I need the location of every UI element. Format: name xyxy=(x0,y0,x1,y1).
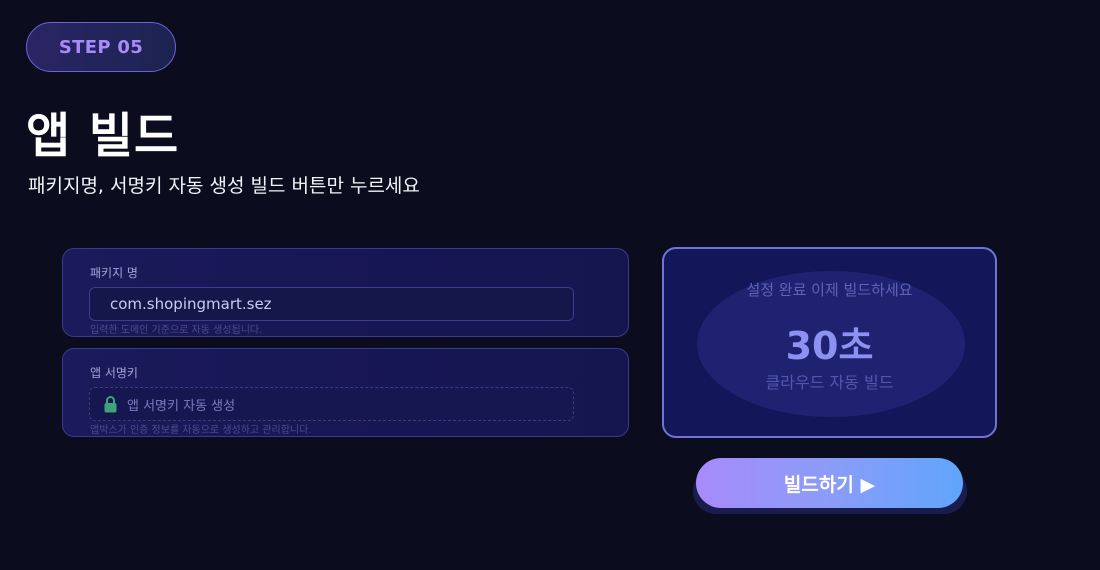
signing-key-field[interactable]: 앱 서명키 자동 생성 xyxy=(89,387,574,421)
app-build-page: STEP 05 앱 빌드 패키지명, 서명키 자동 생성 빌드 버튼만 누르세요… xyxy=(0,0,1100,570)
signing-key-placeholder: 앱 서명키 자동 생성 xyxy=(127,398,236,414)
package-name-card: 패키지 명 com.shopingmart.sez 입력한 도메인 기준으로 자… xyxy=(62,248,629,337)
step-badge: STEP 05 xyxy=(26,22,176,72)
page-subtitle: 패키지명, 서명키 자동 생성 빌드 버튼만 누르세요 xyxy=(28,175,420,197)
build-status-text: 설정 완료 이제 빌드하세요 xyxy=(746,281,913,299)
package-name-label: 패키지 명 xyxy=(90,266,138,280)
package-name-value: com.shopingmart.sez xyxy=(110,295,272,313)
signing-key-label: 앱 서명키 xyxy=(90,366,138,380)
build-caption: 클라우드 자동 빌드 xyxy=(765,373,894,392)
signing-key-help: 앱박스가 인증 정보를 자동으로 생성하고 관리합니다. xyxy=(90,425,312,436)
build-status-panel: 설정 완료 이제 빌드하세요 30초 클라우드 자동 빌드 xyxy=(662,247,997,438)
lock-icon xyxy=(104,395,117,413)
package-name-input[interactable]: com.shopingmart.sez xyxy=(89,287,574,321)
build-time: 30초 xyxy=(785,324,874,368)
page-title: 앱 빌드 xyxy=(26,108,180,164)
package-name-help: 입력한 도메인 기준으로 자동 생성됩니다. xyxy=(90,325,263,336)
build-button[interactable]: 빌드하기 ▶ xyxy=(696,458,963,508)
app-signing-key-card: 앱 서명키 앱 서명키 자동 생성 앱박스가 인증 정보를 자동으로 생성하고 … xyxy=(62,348,629,437)
